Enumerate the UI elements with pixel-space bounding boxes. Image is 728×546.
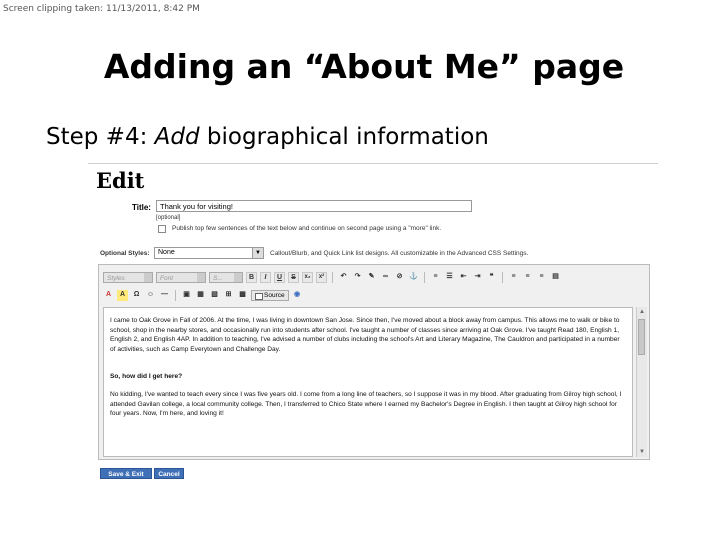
styles-dropdown[interactable]: Styles	[103, 272, 153, 283]
special-character-icon[interactable]: Ω	[131, 290, 142, 301]
numbered-list-icon[interactable]: ≡	[430, 272, 441, 283]
slide-title: Adding an “About Me” page	[103, 47, 625, 86]
editor-content-area[interactable]: I came to Oak Grove in Fall of 2006. At …	[103, 307, 633, 457]
align-right-icon[interactable]: ≡	[536, 272, 547, 283]
rich-text-editor: Styles Font S... B I U S x₂ x² ↶ ↷ ✎ ∞ ⊘…	[98, 264, 650, 460]
strikethrough-button[interactable]: S	[288, 272, 299, 283]
bold-button[interactable]: B	[246, 272, 257, 283]
screen-clipping-caption: Screen clipping taken: 11/13/2011, 8:42 …	[3, 4, 200, 14]
outdent-icon[interactable]: ⇤	[458, 272, 469, 283]
divider	[88, 163, 658, 164]
publish-checkbox-label: Publish top few sentences of the text be…	[172, 225, 442, 232]
insert-media-icon[interactable]: ▩	[237, 290, 248, 301]
scroll-down-icon[interactable]: ▼	[638, 448, 646, 456]
optional-note: [optional]	[156, 215, 181, 221]
superscript-button[interactable]: x²	[316, 272, 327, 283]
anchor-icon[interactable]: ⚓	[408, 272, 419, 283]
size-dropdown[interactable]: S...	[209, 272, 243, 283]
publish-checkbox[interactable]	[158, 225, 166, 233]
text-color-icon[interactable]: A	[103, 290, 114, 301]
blockquote-icon[interactable]: ❝	[486, 272, 497, 283]
content-subheading: So, how did I get here?	[110, 373, 183, 381]
toolbar-separator	[502, 272, 503, 283]
editor-toolbar-row-2: A A Ω ☺ — ▣ ▦ ▧ ⊞ ▩ Source ◉	[103, 289, 303, 302]
justify-icon[interactable]: ▤	[550, 272, 561, 283]
link-icon[interactable]: ∞	[380, 272, 391, 283]
insert-file-icon[interactable]: ▧	[209, 290, 220, 301]
subtitle-emphasis: Add	[154, 124, 200, 150]
cancel-button[interactable]: Cancel	[154, 468, 184, 479]
chevron-down-icon: ▼	[252, 248, 263, 258]
font-dropdown[interactable]: Font	[156, 272, 206, 283]
content-paragraph: I came to Oak Grove in Fall of 2006. At …	[110, 317, 620, 353]
optional-styles-select[interactable]: None ▼	[154, 247, 264, 259]
scroll-up-icon[interactable]: ▲	[638, 308, 646, 316]
subscript-button[interactable]: x₂	[302, 272, 313, 283]
underline-button[interactable]: U	[274, 272, 285, 283]
editor-scrollbar[interactable]: ▲ ▼	[636, 307, 647, 457]
toolbar-separator	[175, 290, 176, 301]
subtitle-prefix: Step #4:	[46, 124, 155, 150]
redo-icon[interactable]: ↷	[352, 272, 363, 283]
optional-styles-value: None	[158, 249, 175, 256]
help-icon[interactable]: ◉	[292, 290, 303, 301]
toolbar-separator	[424, 272, 425, 283]
save-exit-button[interactable]: Save & Exit	[100, 468, 152, 479]
optional-styles-description: Callout/Blurb, and Quick Link list desig…	[270, 250, 529, 257]
indent-icon[interactable]: ⇥	[472, 272, 483, 283]
source-button[interactable]: Source	[251, 290, 289, 301]
editor-toolbar-row-1: Styles Font S... B I U S x₂ x² ↶ ↷ ✎ ∞ ⊘…	[103, 271, 561, 284]
horizontal-rule-icon[interactable]: —	[159, 290, 170, 301]
scrollbar-thumb[interactable]	[638, 319, 645, 355]
content-paragraph: No kidding, I've wanted to teach every s…	[110, 390, 622, 418]
align-center-icon[interactable]: ≡	[522, 272, 533, 283]
spellcheck-icon[interactable]: ✎	[366, 272, 377, 283]
emoticon-icon[interactable]: ☺	[145, 290, 156, 301]
title-label: Title:	[132, 203, 151, 212]
align-left-icon[interactable]: ≡	[508, 272, 519, 283]
toolbar-separator	[332, 272, 333, 283]
undo-icon[interactable]: ↶	[338, 272, 349, 283]
insert-image-icon[interactable]: ▣	[181, 290, 192, 301]
background-color-icon[interactable]: A	[117, 290, 128, 301]
italic-button[interactable]: I	[260, 272, 271, 283]
edit-heading: Edit	[96, 168, 145, 193]
subtitle-suffix: biographical information	[199, 124, 489, 150]
insert-table-icon[interactable]: ⊞	[223, 290, 234, 301]
insert-gallery-icon[interactable]: ▦	[195, 290, 206, 301]
bulleted-list-icon[interactable]: ☰	[444, 272, 455, 283]
optional-styles-label: Optional Styles:	[100, 250, 150, 257]
slide-subtitle: Step #4: Add biographical information	[46, 124, 489, 150]
unlink-icon[interactable]: ⊘	[394, 272, 405, 283]
title-input[interactable]: Thank you for visiting!	[156, 200, 472, 212]
edit-page-screenshot: Edit Title: Thank you for visiting! [opt…	[92, 168, 658, 488]
